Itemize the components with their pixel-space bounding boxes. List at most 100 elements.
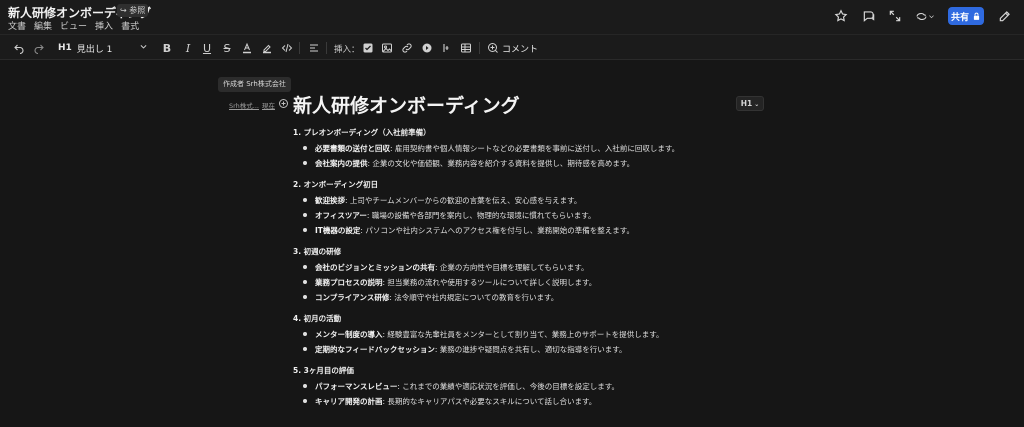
list-item[interactable]: コンプライアンス研修: 法令順守や社内規定についての教育を行います。: [293, 292, 813, 307]
heading-level-badge[interactable]: H1 ⌄: [736, 96, 764, 111]
style-label: 見出し 1: [76, 44, 113, 55]
list-item[interactable]: パフォーマンスレビュー: これまでの業績や適応状況を評価し、今後の目標を設定しま…: [293, 381, 813, 396]
checkbox-icon[interactable]: [359, 39, 377, 57]
underline-button[interactable]: U: [198, 39, 216, 57]
highlight-icon[interactable]: [258, 39, 276, 57]
chevron-down-icon: [140, 45, 147, 49]
comment-button[interactable]: コメント: [487, 39, 538, 57]
menu-document[interactable]: 文書: [8, 19, 26, 32]
bullet-list: 歓迎挨拶: 上司やチームメンバーからの歓迎の言葉を伝え、安心感を与えます。 オフ…: [293, 195, 813, 240]
list-item[interactable]: 業務プロセスの説明: 担当業務の流れや使用するツールについて詳しく説明します。: [293, 277, 813, 292]
item-desc: : パソコンや社内システムへのアクセス権を付与し、業務開始の準備を整えます。: [360, 226, 634, 235]
item-term: キャリア開発の計画: [315, 397, 383, 406]
menu-bar: 文書 編集 ビュー 挿入 書式: [8, 19, 139, 32]
table-icon[interactable]: [457, 39, 475, 57]
document-body[interactable]: 1. プレオンボーディング（入社前準備） 必要書類の送付と回収: 雇用契約書や個…: [293, 127, 813, 417]
link-icon[interactable]: [398, 39, 416, 57]
section-heading[interactable]: 3. 初週の研修: [293, 246, 813, 258]
item-term: 会社のビジョンとミッションの共有: [315, 263, 435, 272]
star-icon[interactable]: [831, 6, 851, 26]
text-color-icon[interactable]: [238, 39, 256, 57]
bullet-list: メンター制度の導入: 経験豊富な先輩社員をメンターとして割り当て、業務上のサポー…: [293, 329, 813, 359]
author-link[interactable]: Srh株式...: [229, 100, 259, 110]
reference-badge[interactable]: ↪ 参照: [117, 4, 149, 17]
item-desc: : 上司やチームメンバーからの歓迎の言葉を伝え、安心感を与えます。: [345, 196, 582, 205]
item-term: パフォーマンスレビュー: [315, 382, 398, 391]
item-desc: : 経験豊富な先輩社員をメンターとして割り当て、業務上のサポートを提供します。: [382, 330, 664, 339]
item-desc: : これまでの業績や適応状況を評価し、今後の目標を設定します。: [397, 382, 620, 391]
lock-icon: [973, 12, 980, 20]
section-heading[interactable]: 4. 初月の活動: [293, 313, 813, 325]
inline-comment-icon[interactable]: [278, 98, 290, 110]
menu-format[interactable]: 書式: [121, 19, 139, 32]
image-icon[interactable]: [378, 39, 396, 57]
item-desc: : 担当業務の流れや使用するツールについて詳しく説明します。: [382, 278, 597, 287]
item-desc: : 雇用契約書や個人情報シートなどの必要書類を事前に送付し、入社前に回収します。: [390, 144, 680, 153]
variable-icon[interactable]: [438, 39, 456, 57]
list-item[interactable]: オフィスツアー: 職場の設備や各部門を案内し、物理的な環境に慣れてもらいます。: [293, 210, 813, 225]
format-toolbar: H1 見出し 1 B I U S 挿入： コメント: [0, 34, 1024, 60]
item-term: コンプライアンス研修: [315, 293, 390, 302]
sync-icon[interactable]: [912, 6, 938, 26]
list-item[interactable]: 会社案内の提供: 企業の文化や価値観、業務内容を紹介する資料を提供し、期待感を高…: [293, 158, 813, 173]
undo-icon[interactable]: [10, 39, 28, 57]
item-desc: : 職場の設備や各部門を案内し、物理的な環境に慣れてもらいます。: [366, 211, 596, 220]
list-item[interactable]: キャリア開発の計画: 長期的なキャリアパスや必要なスキルについて話し合います。: [293, 396, 813, 411]
comment-bubble-icon[interactable]: [859, 6, 879, 26]
item-desc: : 長期的なキャリアパスや必要なスキルについて話し合います。: [382, 397, 597, 406]
item-term: 会社案内の提供: [315, 159, 368, 168]
author-tooltip: 作成者 Srh株式会社: [218, 77, 291, 92]
italic-button[interactable]: I: [179, 39, 197, 57]
edit-icon[interactable]: [995, 6, 1015, 26]
expand-icon[interactable]: [885, 6, 905, 26]
chevron-down-icon: [929, 14, 934, 18]
menu-insert[interactable]: 挿入: [95, 19, 113, 32]
list-item[interactable]: IT機器の設定: パソコンや社内システムへのアクセス権を付与し、業務開始の準備を…: [293, 225, 813, 240]
menu-edit[interactable]: 編集: [34, 19, 52, 32]
strikethrough-button[interactable]: S: [218, 39, 236, 57]
item-desc: : 企業の文化や価値観、業務内容を紹介する資料を提供し、期待感を高めます。: [367, 159, 635, 168]
author-info: Srh株式... 現在: [229, 100, 275, 110]
item-term: IT機器の設定: [315, 226, 361, 235]
timestamp-link[interactable]: 現在: [262, 100, 275, 110]
menu-view[interactable]: ビュー: [60, 19, 87, 32]
section-heading[interactable]: 2. オンボーディング初日: [293, 179, 813, 191]
strikethrough-glyph: S: [223, 41, 231, 55]
item-desc: : 企業の方向性や目標を理解してもらいます。: [435, 263, 589, 272]
align-left-icon[interactable]: [305, 39, 323, 57]
list-item[interactable]: メンター制度の導入: 経験豊富な先輩社員をメンターとして割り当て、業務上のサポー…: [293, 329, 813, 344]
italic-glyph: I: [185, 41, 191, 55]
page-title[interactable]: 新人研修オンボーディング: [293, 91, 520, 118]
title-bar: 新人研修オンボーディング ↪ 参照 文書 編集 ビュー 挿入 書式 共有: [0, 0, 1024, 34]
share-label: 共有: [950, 12, 969, 23]
list-item[interactable]: 必要書類の送付と回収: 雇用契約書や個人情報シートなどの必要書類を事前に送付し、…: [293, 143, 813, 158]
list-item[interactable]: 会社のビジョンとミッションの共有: 企業の方向性や目標を理解してもらいます。: [293, 262, 813, 277]
document-canvas[interactable]: 作成者 Srh株式会社 Srh株式... 現在 新人研修オンボーディング H1 …: [0, 61, 1024, 427]
comment-label: コメント: [502, 44, 539, 55]
item-term: メンター制度の導入: [315, 330, 383, 339]
embed-icon[interactable]: [418, 39, 436, 57]
heading-tag: H1: [58, 43, 72, 53]
paragraph-style-select[interactable]: H1 見出し 1: [58, 39, 150, 57]
insert-label: 挿入：: [334, 45, 360, 55]
list-item[interactable]: 定期的なフィードバックセッション: 業務の進捗や疑問点を共有し、適切な指導を行い…: [293, 344, 813, 359]
section-heading[interactable]: 5. 3ヶ月目の評価: [293, 365, 813, 377]
heading-level-label: H1: [740, 99, 753, 108]
item-term: 必要書類の送付と回収: [315, 144, 390, 153]
item-term: 歓迎挨拶: [315, 196, 345, 205]
list-item[interactable]: 歓迎挨拶: 上司やチームメンバーからの歓迎の言葉を伝え、安心感を与えます。: [293, 195, 813, 210]
item-term: 業務プロセスの説明: [315, 278, 383, 287]
redo-icon[interactable]: [30, 39, 48, 57]
item-desc: : 業務の進捗や疑問点を共有し、適切な指導を行います。: [434, 345, 627, 354]
bold-glyph: B: [162, 41, 172, 55]
item-term: オフィスツアー: [315, 211, 367, 220]
section-heading[interactable]: 1. プレオンボーディング（入社前準備）: [293, 127, 813, 139]
underline-glyph: U: [202, 41, 212, 55]
bold-button[interactable]: B: [158, 39, 176, 57]
add-comment-icon: [488, 43, 498, 53]
code-icon[interactable]: [278, 39, 296, 57]
item-term: 定期的なフィードバックセッション: [315, 345, 435, 354]
bullet-list: 会社のビジョンとミッションの共有: 企業の方向性や目標を理解してもらいます。 業…: [293, 262, 813, 307]
item-desc: : 法令順守や社内規定についての教育を行います。: [389, 293, 559, 302]
share-button[interactable]: 共有: [948, 7, 984, 25]
